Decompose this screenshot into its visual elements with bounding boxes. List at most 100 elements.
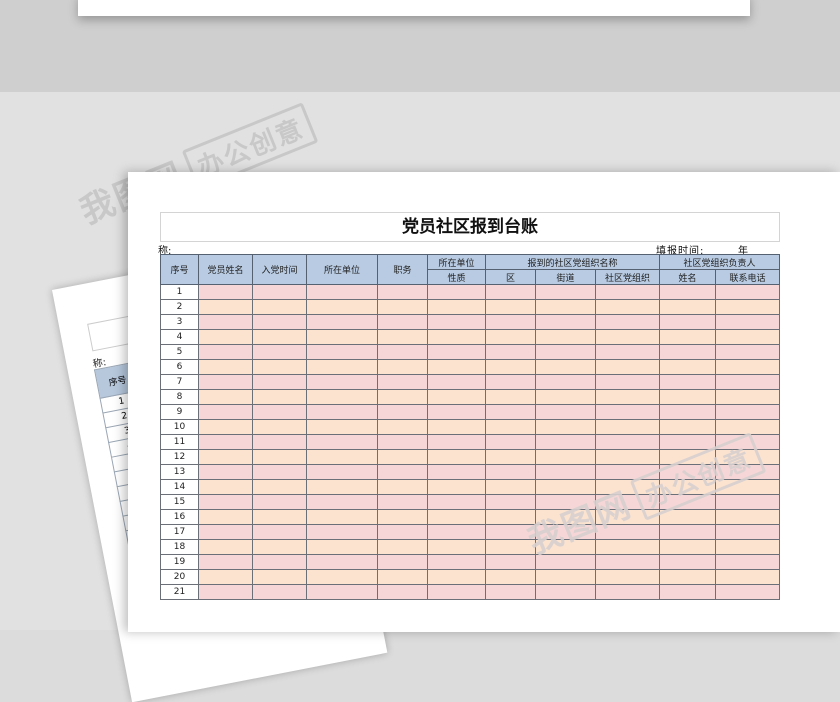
table-cell[interactable] (595, 374, 660, 390)
table-cell[interactable] (485, 359, 536, 375)
table-cell[interactable] (377, 359, 428, 375)
table-cell[interactable] (306, 434, 378, 450)
table-cell[interactable] (306, 314, 378, 330)
table-cell[interactable] (427, 509, 486, 525)
table-cell[interactable] (485, 464, 536, 480)
table-cell[interactable] (306, 539, 378, 555)
table-cell[interactable] (715, 509, 780, 525)
table-cell[interactable] (252, 494, 307, 510)
table-cell[interactable] (659, 569, 716, 585)
table-cell[interactable] (659, 524, 716, 540)
table-cell[interactable] (252, 464, 307, 480)
table-cell[interactable] (252, 554, 307, 570)
table-cell[interactable] (377, 539, 428, 555)
table-cell[interactable] (535, 344, 596, 360)
table-cell[interactable] (485, 299, 536, 315)
table-cell[interactable] (485, 344, 536, 360)
table-cell[interactable] (595, 539, 660, 555)
table-cell[interactable] (485, 539, 536, 555)
table-cell[interactable] (306, 494, 378, 510)
table-cell[interactable] (595, 284, 660, 300)
table-cell[interactable] (485, 404, 536, 420)
table-cell[interactable] (377, 404, 428, 420)
table-cell[interactable] (252, 359, 307, 375)
table-cell[interactable] (252, 284, 307, 300)
table-cell[interactable] (306, 329, 378, 345)
table-cell[interactable] (535, 404, 596, 420)
table-cell[interactable] (485, 494, 536, 510)
table-cell[interactable] (306, 569, 378, 585)
table-cell[interactable] (595, 419, 660, 435)
table-cell[interactable] (252, 479, 307, 495)
table-cell[interactable] (659, 359, 716, 375)
table-cell[interactable] (595, 404, 660, 420)
table-cell[interactable] (427, 299, 486, 315)
table-cell[interactable] (659, 284, 716, 300)
table-cell[interactable] (535, 464, 596, 480)
table-cell[interactable] (659, 374, 716, 390)
table-cell[interactable] (485, 554, 536, 570)
table-cell[interactable] (715, 584, 780, 600)
table-cell[interactable] (377, 569, 428, 585)
table-cell[interactable] (198, 359, 253, 375)
table-cell[interactable] (252, 314, 307, 330)
table-cell[interactable] (427, 329, 486, 345)
table-cell[interactable] (252, 404, 307, 420)
table-cell[interactable] (715, 539, 780, 555)
table-cell[interactable] (198, 524, 253, 540)
table-cell[interactable] (485, 569, 536, 585)
table-cell[interactable] (198, 329, 253, 345)
table-cell[interactable] (595, 389, 660, 405)
table-cell[interactable] (198, 284, 253, 300)
table-cell[interactable] (659, 419, 716, 435)
table-cell[interactable] (535, 449, 596, 465)
table-cell[interactable] (535, 329, 596, 345)
table-cell[interactable] (198, 464, 253, 480)
table-cell[interactable] (715, 404, 780, 420)
table-cell[interactable] (306, 524, 378, 540)
table-cell[interactable] (659, 314, 716, 330)
table-cell[interactable] (252, 524, 307, 540)
table-cell[interactable] (198, 509, 253, 525)
table-cell[interactable] (306, 509, 378, 525)
table-cell[interactable] (427, 584, 486, 600)
table-cell[interactable] (252, 569, 307, 585)
table-cell[interactable] (427, 434, 486, 450)
table-cell[interactable] (427, 524, 486, 540)
table-cell[interactable] (427, 569, 486, 585)
table-cell[interactable] (427, 539, 486, 555)
table-cell[interactable] (535, 284, 596, 300)
table-cell[interactable] (715, 314, 780, 330)
table-cell[interactable] (595, 299, 660, 315)
table-cell[interactable] (252, 344, 307, 360)
table-cell[interactable] (595, 584, 660, 600)
table-cell[interactable] (252, 434, 307, 450)
table-cell[interactable] (377, 584, 428, 600)
table-cell[interactable] (485, 314, 536, 330)
table-cell[interactable] (535, 374, 596, 390)
table-cell[interactable] (377, 449, 428, 465)
table-cell[interactable] (198, 389, 253, 405)
table-cell[interactable] (535, 434, 596, 450)
table-cell[interactable] (377, 524, 428, 540)
table-cell[interactable] (715, 389, 780, 405)
table-cell[interactable] (377, 479, 428, 495)
table-cell[interactable] (485, 329, 536, 345)
table-cell[interactable] (427, 464, 486, 480)
table-cell[interactable] (715, 494, 780, 510)
table-cell[interactable] (377, 374, 428, 390)
table-cell[interactable] (715, 524, 780, 540)
table-cell[interactable] (715, 554, 780, 570)
table-cell[interactable] (595, 314, 660, 330)
table-cell[interactable] (306, 284, 378, 300)
table-cell[interactable] (306, 449, 378, 465)
table-cell[interactable] (427, 314, 486, 330)
table-cell[interactable] (377, 284, 428, 300)
table-cell[interactable] (198, 299, 253, 315)
table-cell[interactable] (306, 389, 378, 405)
table-cell[interactable] (715, 344, 780, 360)
table-cell[interactable] (377, 329, 428, 345)
table-cell[interactable] (377, 494, 428, 510)
table-cell[interactable] (198, 449, 253, 465)
table-cell[interactable] (595, 569, 660, 585)
